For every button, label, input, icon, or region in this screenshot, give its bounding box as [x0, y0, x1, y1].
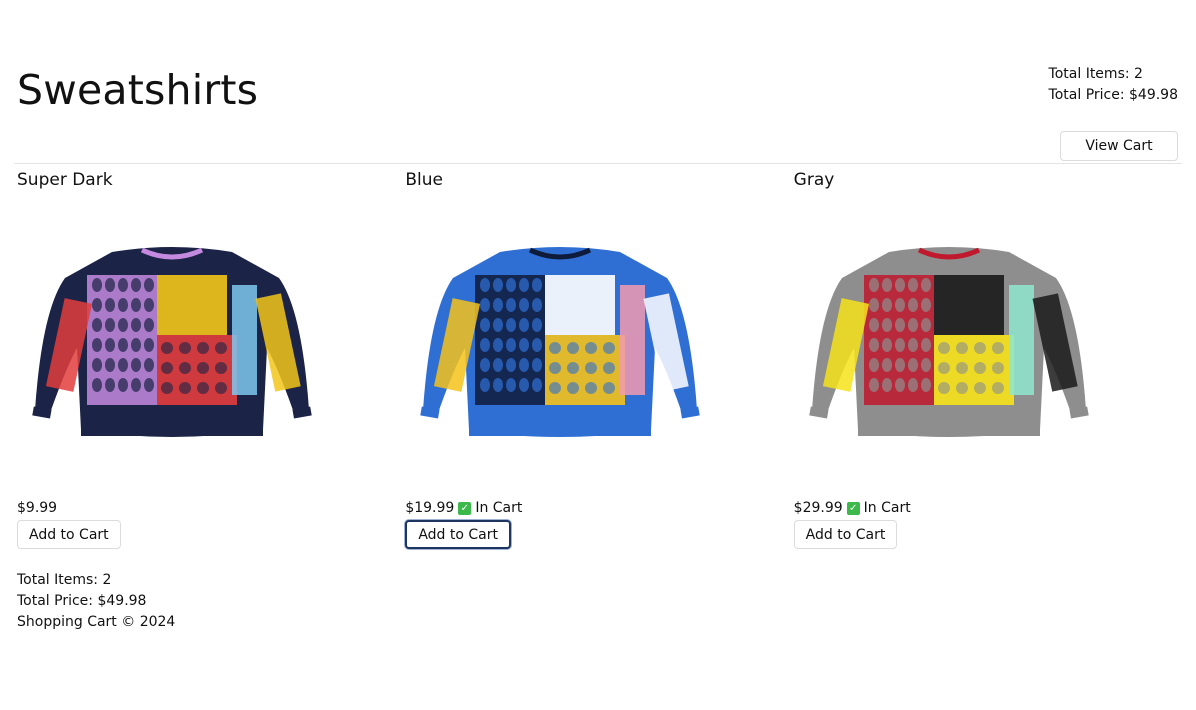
product-card-super-dark: Super Dark $9.99 Add to Cart	[17, 170, 405, 555]
add-to-cart-button[interactable]: Add to Cart	[793, 520, 898, 549]
product-card-blue: Blue $19.99 ✓ In Cart Add to Cart	[405, 170, 793, 555]
total-items: Total Items: 2	[1048, 66, 1143, 82]
add-to-cart-button[interactable]: Add to Cart	[17, 520, 121, 549]
header: Sweatshirts Total Items: 2 Total Price: …	[0, 0, 1196, 165]
sweatshirt-image	[420, 247, 701, 437]
product-price: $19.99	[405, 500, 455, 516]
product-title: Super Dark	[17, 170, 113, 190]
add-to-cart-button[interactable]: Add to Cart	[405, 520, 511, 549]
product-price: $29.99	[793, 500, 843, 516]
product-title: Blue	[405, 170, 443, 190]
price-line: $29.99 ✓ In Cart	[794, 500, 911, 516]
page-title: Sweatshirts	[17, 66, 259, 114]
checkmark-icon: ✓	[846, 501, 860, 515]
footer-total-items: Total Items: 2	[17, 572, 112, 588]
divider	[14, 163, 1182, 164]
footer: Total Items: 2 Total Price: $49.98 Shopp…	[17, 570, 175, 633]
in-cart-label: In Cart	[475, 500, 523, 516]
sweatshirt-image	[32, 247, 312, 437]
cart-summary: Total Items: 2 Total Price: $49.98	[1049, 64, 1178, 106]
checkmark-icon: ✓	[458, 501, 472, 515]
product-card-gray: Gray $29.99 ✓ In Cart Add to Cart	[793, 170, 1182, 555]
view-cart-button[interactable]: View Cart	[1060, 131, 1178, 161]
in-cart-label: In Cart	[863, 500, 911, 516]
total-price: Total Price: $49.98	[1048, 87, 1178, 103]
product-title: Gray	[793, 170, 835, 190]
copyright: Shopping Cart © 2024	[17, 614, 176, 630]
price-line: $19.99 ✓ In Cart	[405, 500, 522, 516]
sweatshirt-image	[808, 247, 1089, 437]
product-grid: Super Dark $9.99 Add to Cart Blue $19.99…	[17, 170, 1182, 555]
price-line: $9.99	[17, 500, 57, 516]
product-price: $9.99	[17, 500, 58, 516]
footer-total-price: Total Price: $49.98	[17, 593, 147, 609]
